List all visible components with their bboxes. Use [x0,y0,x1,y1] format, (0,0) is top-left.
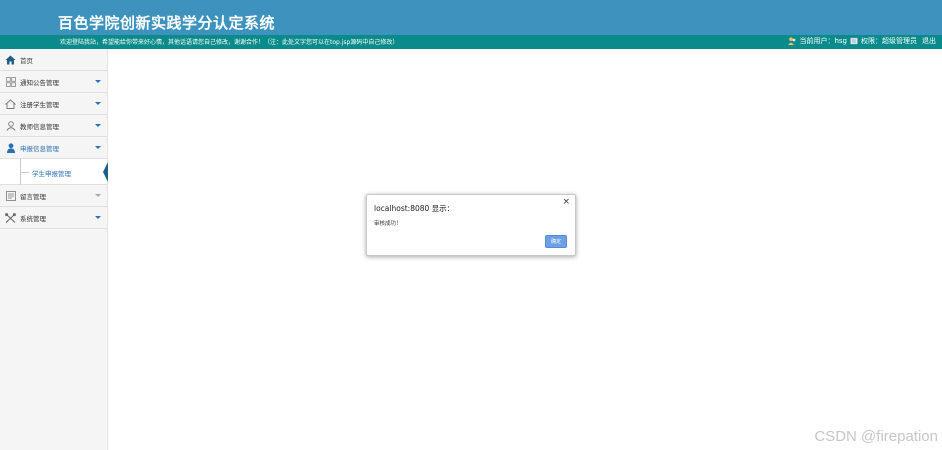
tools-icon [5,212,16,223]
sidebar-item-messages[interactable]: 留言管理 [0,185,107,207]
user-area: 当前用户：hsg 权限：超级管理员 退出 [788,36,936,46]
sidebar-item-label: 注册学生管理 [20,100,59,109]
sidebar-item-label: 教师信息管理 [20,122,59,131]
chevron-down-icon [95,146,101,149]
permission-icon [850,37,858,45]
home-icon [5,54,16,65]
sidebar-item-applications[interactable]: 申报信息管理 [0,137,107,159]
tree-branch [20,172,29,173]
welcome-text: 欢迎登陆我站，希望能给你带来好心情，其他话语请您自己修改，谢谢合作！（注：此处文… [60,39,399,46]
person-solid-icon [5,142,16,153]
sidebar-item-label: 申报信息管理 [20,144,59,153]
chevron-down-icon [95,194,101,197]
sidebar-item-notices[interactable]: 通知公告管理 [0,71,107,93]
alert-dialog: localhost:8080 显示： × 审核成功！ 确定 [366,194,576,256]
chevron-down-icon [95,80,101,83]
active-marker-icon [103,162,108,182]
logout-link[interactable]: 退出 [922,36,936,46]
user-icon [788,37,796,45]
watermark: CSDN @firepation [814,428,938,445]
ok-button[interactable]: 确定 [545,235,567,248]
sidebar-item-home[interactable]: 首页 [0,49,107,71]
current-user-text: 当前用户：hsg [799,37,847,45]
chevron-down-icon [95,216,101,219]
top-header: 百色学院创新实践学分认定系统 欢迎登陆我站，希望能给你带来好心情，其他话语请您自… [0,0,942,49]
submenu-applications: 学生申报管理 [0,159,108,185]
sidebar-item-label: 系统管理 [20,214,46,223]
info-bar: 欢迎登陆我站，希望能给你带来好心情，其他话语请您自己修改，谢谢合作！（注：此处文… [0,35,942,49]
house-icon [5,98,16,109]
grid-icon [5,76,16,87]
chevron-down-icon [95,102,101,105]
submenu-item-student-applications[interactable]: 学生申报管理 [32,168,71,178]
sidebar-item-students[interactable]: 注册学生管理 [0,93,107,115]
site-title: 百色学院创新实践学分认定系统 [58,14,276,32]
close-icon[interactable]: × [562,198,570,207]
permission-text: 权限：超级管理员 [861,37,917,45]
sidebar-item-label: 通知公告管理 [20,78,59,87]
message-board-icon [5,190,16,201]
sidebar: 首页 通知公告管理 注册学生管理 教师信息管理 申报信息管理 学生申报管理 留言… [0,49,108,450]
app-page: 百色学院创新实践学分认定系统 欢迎登陆我站，希望能给你带来好心情，其他话语请您自… [0,0,942,450]
dialog-title: localhost:8080 显示： [374,204,455,213]
sidebar-item-label: 首页 [20,56,33,65]
sidebar-item-label: 留言管理 [20,192,46,201]
dialog-message: 审核成功！ [374,221,402,227]
chevron-down-icon [95,124,101,127]
sidebar-item-teachers[interactable]: 教师信息管理 [0,115,107,137]
sidebar-item-system[interactable]: 系统管理 [0,207,107,229]
person-outline-icon [5,120,16,131]
